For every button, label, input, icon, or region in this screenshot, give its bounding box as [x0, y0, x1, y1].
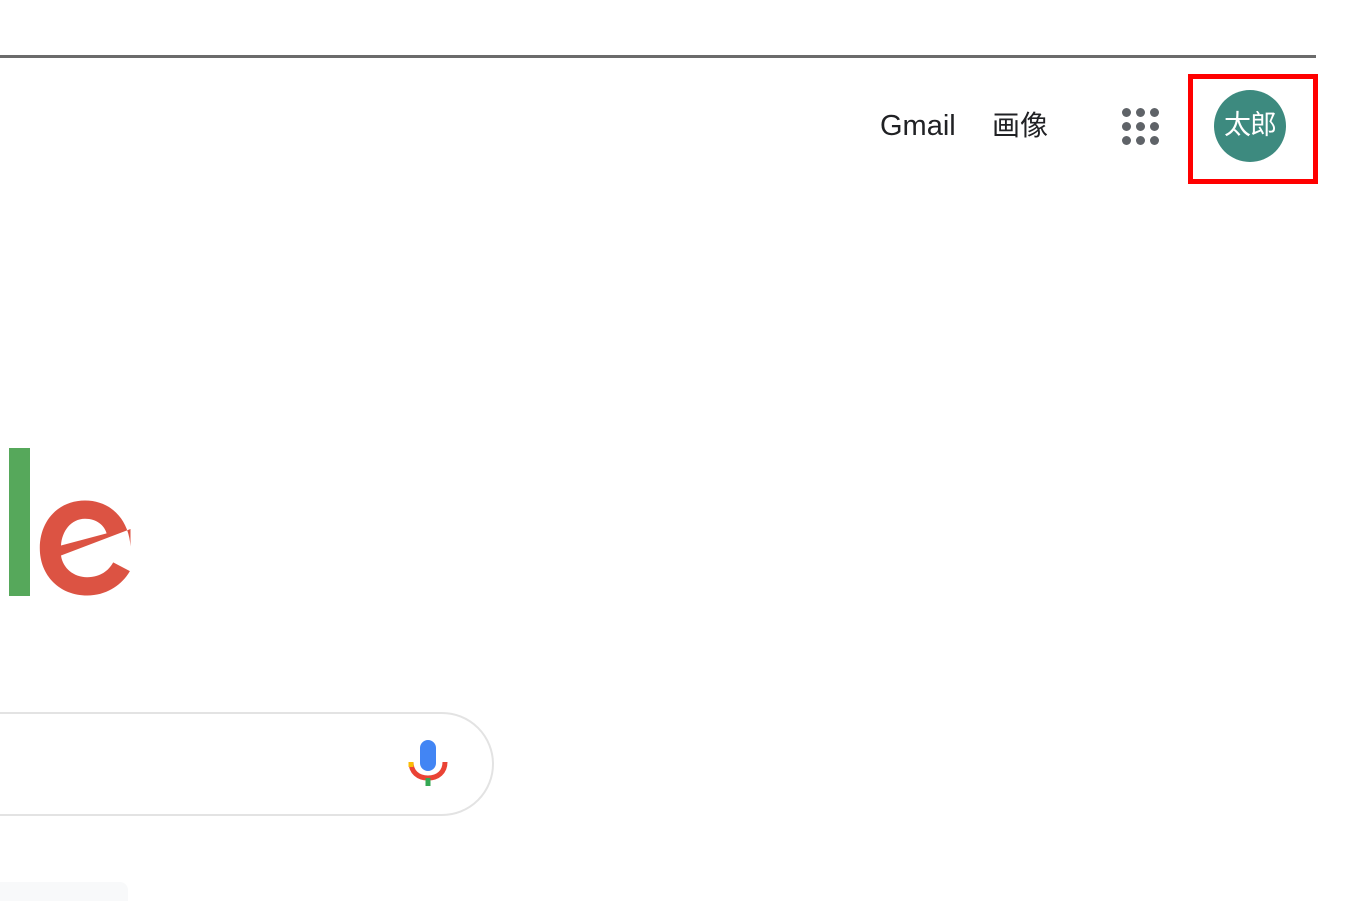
- apps-grid-dot: [1150, 108, 1159, 117]
- apps-grid-dot: [1122, 122, 1131, 131]
- apps-grid-dot: [1136, 122, 1145, 131]
- apps-grid-dot: [1122, 136, 1131, 145]
- apps-grid-icon: [1122, 108, 1159, 145]
- images-link[interactable]: 画像: [992, 108, 1048, 144]
- voice-search-button[interactable]: [406, 738, 450, 790]
- apps-grid-dot: [1122, 108, 1131, 117]
- account-avatar[interactable]: 太郎: [1214, 90, 1286, 162]
- apps-grid-dot: [1136, 136, 1145, 145]
- google-apps-button[interactable]: [1112, 98, 1168, 154]
- apps-grid-dot: [1150, 136, 1159, 145]
- bottom-button-chip[interactable]: [0, 882, 128, 901]
- apps-grid-dot: [1136, 108, 1145, 117]
- gmail-link[interactable]: Gmail: [880, 108, 956, 144]
- google-logo-letter-e: [39, 500, 131, 596]
- microphone-icon: [408, 740, 448, 786]
- apps-grid-dot: [1150, 122, 1159, 131]
- google-home-page: Gmail 画像 太郎: [0, 0, 1345, 901]
- browser-top-divider: [0, 55, 1316, 58]
- google-logo-letter-l: [9, 448, 30, 596]
